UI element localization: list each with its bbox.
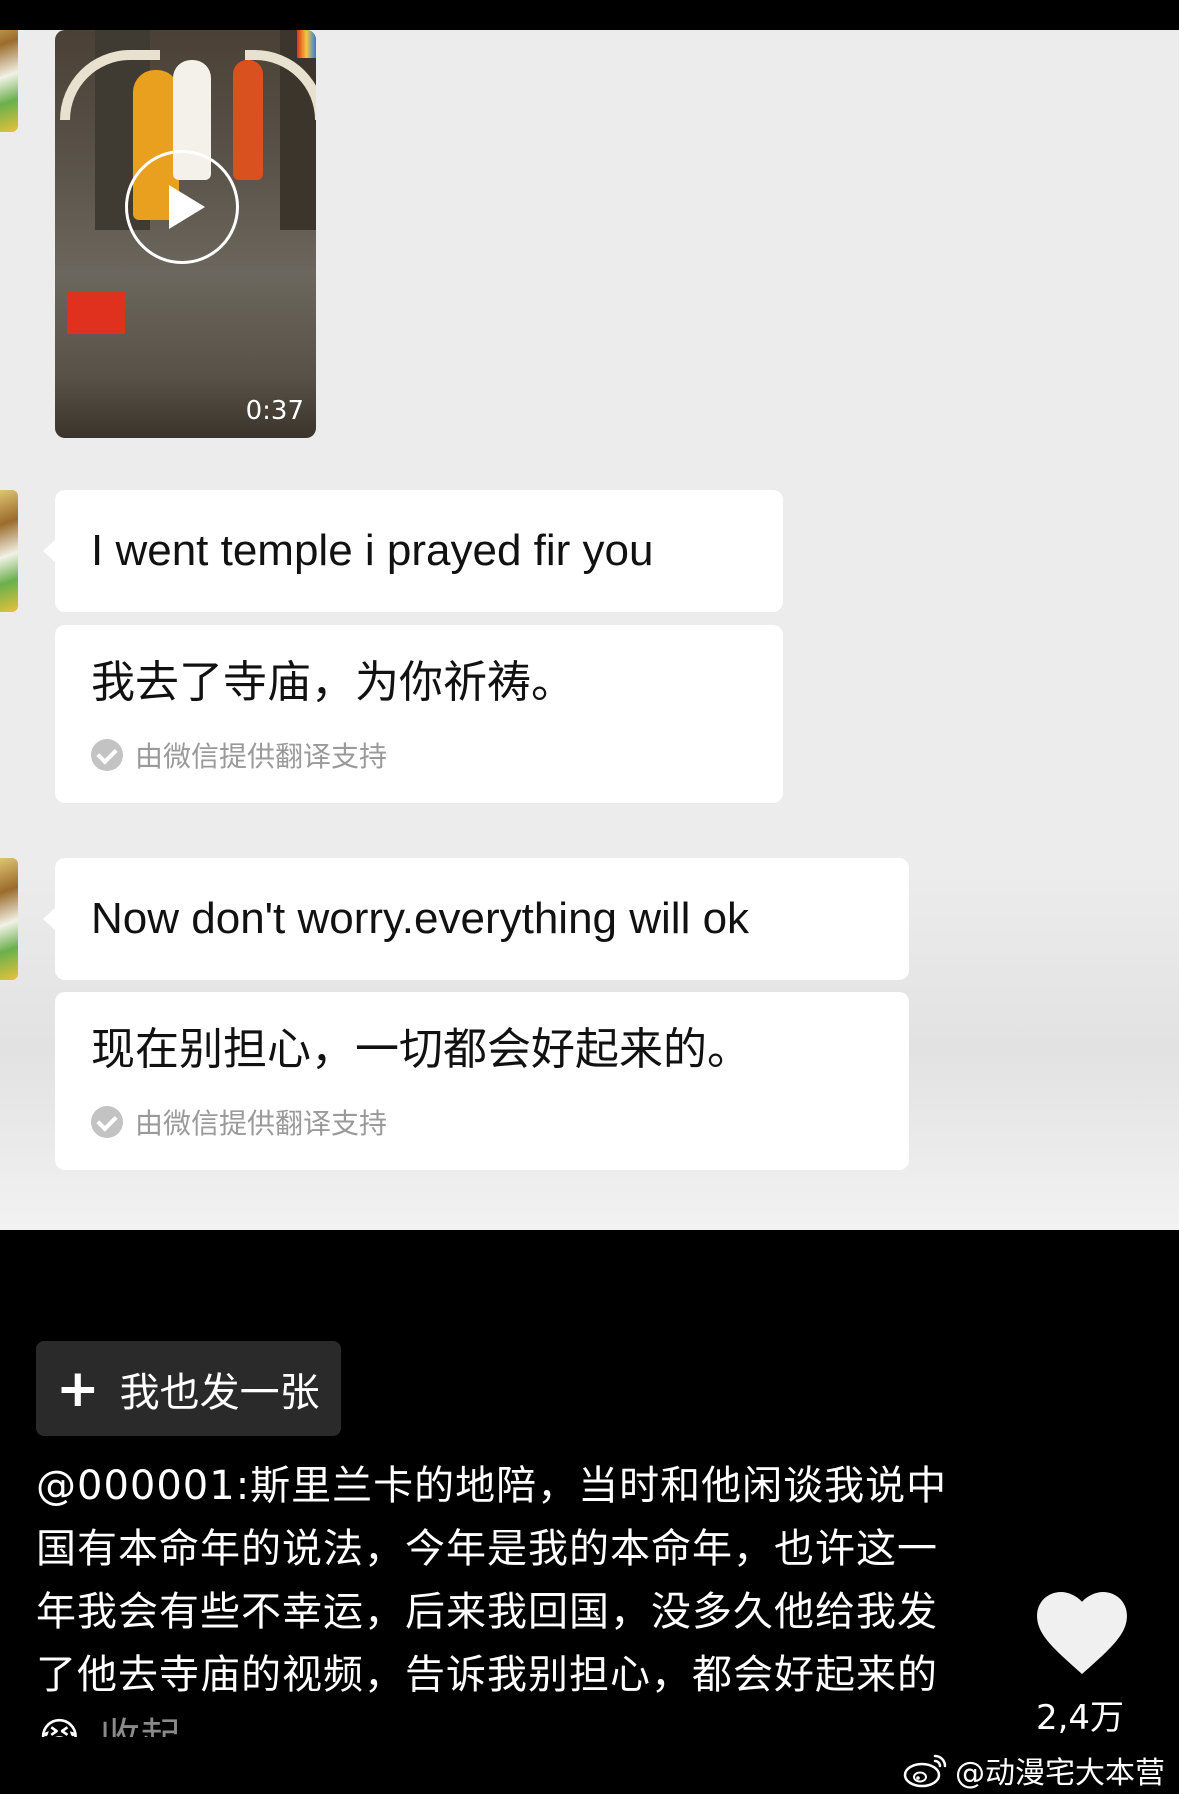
monk-figure [233, 60, 263, 180]
message-bubble[interactable]: I went temple i prayed fir you [43, 490, 783, 612]
watermark-text: @动漫宅大本营 [955, 1756, 1165, 1791]
video-duration: 0:37 [245, 396, 304, 426]
translation-bubble[interactable]: 我去了寺庙，为你祈祷。 由微信提供翻译支持 [55, 625, 783, 803]
translation-text: 现在别担心，一切都会好起来的。 [91, 1024, 751, 1075]
message-bubble[interactable]: Now don't worry.everything will ok [43, 858, 909, 980]
post-caption: @000001:斯里兰卡的地陪，当时和他闲谈我说中国有本命年的说法，今年是我的本… [36, 1455, 966, 1737]
weibo-icon [903, 1754, 947, 1788]
chat-screenshot: 0:37 I went temple i prayed fir you 我去了寺… [0, 30, 1179, 1230]
heart-icon[interactable] [1035, 1590, 1129, 1676]
play-icon[interactable] [125, 150, 239, 264]
check-circle-icon [91, 739, 123, 771]
message-text: I went temple i prayed fir you [91, 526, 654, 575]
post-too-button[interactable]: + 我也发一张 [36, 1341, 341, 1436]
avatar[interactable] [0, 858, 18, 980]
translation-note-label: 由微信提供翻译支持 [135, 740, 388, 773]
message-text: Now don't worry.everything will ok [91, 894, 750, 943]
translation-note: 由微信提供翻译支持 [91, 735, 747, 775]
like-count: 2,4万 [1035, 1698, 1125, 1738]
caption-text: @000001:斯里兰卡的地陪，当时和他闲谈我说中国有本命年的说法，今年是我的本… [36, 1463, 948, 1737]
translation-text: 我去了寺庙，为你祈祷。 [91, 657, 575, 708]
translation-note: 由微信提供翻译支持 [91, 1102, 873, 1142]
flag [297, 30, 316, 58]
watermark: @动漫宅大本营 [903, 1748, 1165, 1792]
plus-icon: + [56, 1358, 100, 1419]
translation-bubble[interactable]: 现在别担心，一切都会好起来的。 由微信提供翻译支持 [55, 992, 909, 1170]
check-circle-icon [91, 1106, 123, 1138]
translation-note-label: 由微信提供翻译支持 [135, 1107, 388, 1140]
collapse-link[interactable]: 收起 [100, 1715, 182, 1737]
avatar[interactable] [0, 490, 18, 612]
red-carpet [67, 292, 125, 334]
avatar[interactable] [0, 30, 18, 132]
video-message[interactable]: 0:37 [55, 30, 316, 438]
status-bar [0, 0, 1179, 30]
post-too-label: 我也发一张 [119, 1369, 320, 1416]
